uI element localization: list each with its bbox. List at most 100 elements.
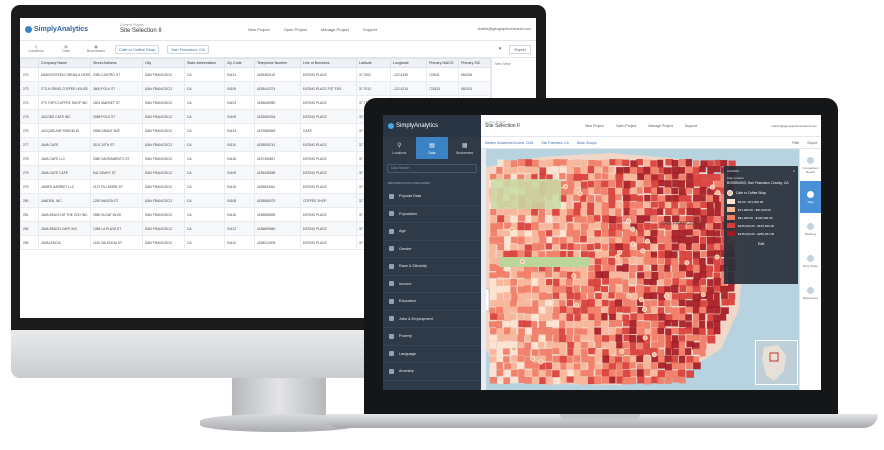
support-button[interactable]: Support — [685, 124, 697, 128]
table-cell: 3101 20TH ST — [90, 137, 143, 152]
category-item[interactable]: Education — [383, 293, 481, 311]
geography-level-select[interactable]: Block Groups — [577, 141, 597, 145]
poi-marker[interactable] — [538, 359, 544, 365]
category-item[interactable]: Jobs & Employment — [383, 311, 481, 328]
block-group-cell — [489, 349, 498, 356]
poi-marker[interactable] — [577, 191, 583, 197]
category-item[interactable]: Language — [383, 346, 481, 363]
category-item[interactable]: Age — [383, 223, 481, 241]
poi-marker[interactable] — [511, 346, 517, 352]
manage-project-button[interactable]: Manage Project — [648, 124, 673, 128]
column-header[interactable]: City — [142, 58, 185, 68]
data-search-input[interactable]: Data Search — [387, 164, 477, 173]
poi-marker[interactable] — [619, 348, 625, 354]
column-header[interactable]: Longitude — [390, 58, 427, 68]
locations-tool[interactable]: ⚲ Locations — [25, 45, 47, 53]
businesses-tool[interactable]: ▦ Businesses — [85, 45, 107, 53]
view-ranking[interactable]: Ranking — [800, 213, 821, 245]
close-icon[interactable]: ✕ — [792, 169, 795, 173]
legend-edit-button[interactable]: Edit — [727, 242, 795, 246]
poi-marker[interactable] — [651, 352, 657, 358]
block-group-cell — [559, 292, 567, 301]
poi-marker[interactable] — [630, 241, 636, 247]
map-scrollbar[interactable] — [481, 149, 486, 390]
block-group-cell — [685, 229, 693, 236]
column-header[interactable] — [20, 58, 39, 68]
category-item[interactable]: Race & Ethnicity — [383, 258, 481, 276]
poi-marker[interactable] — [709, 184, 715, 190]
export-button[interactable]: Export — [807, 141, 817, 145]
poi-marker[interactable] — [642, 335, 648, 341]
laptop-logo[interactable]: SimplyAnalytics — [383, 115, 481, 137]
view-ring-study[interactable]: Ring Study — [800, 245, 821, 277]
column-header[interactable]: Telephone Number — [254, 58, 301, 68]
open-project-button[interactable]: Open Project — [616, 124, 636, 128]
manage-project-button[interactable]: Manage Project — [321, 27, 349, 32]
desktop-logo[interactable]: SimplyAnalytics — [25, 25, 120, 33]
poi-marker[interactable] — [638, 297, 644, 303]
column-header[interactable]: Line of Business — [300, 58, 357, 68]
view-menu-icon[interactable]: ▾ — [499, 46, 502, 52]
location-filter-select[interactable]: San Francisco, CA — [167, 44, 209, 54]
poi-marker[interactable] — [530, 355, 536, 361]
poi-marker[interactable] — [684, 260, 690, 266]
poi-marker[interactable] — [626, 293, 632, 299]
poi-marker[interactable] — [715, 190, 721, 196]
table-cell: 282 — [20, 221, 39, 236]
category-item[interactable]: Popular Data — [383, 188, 481, 206]
poi-marker[interactable] — [700, 292, 706, 298]
table-row[interactable]: 272MANGOSTEEN CREAM & DESSERTS2390 CASTR… — [20, 67, 491, 82]
tab-data[interactable]: ▤ Data — [415, 137, 449, 159]
poi-marker[interactable] — [519, 259, 525, 265]
column-header[interactable]: Zip Code — [224, 58, 255, 68]
table-row[interactable]: 273 IT'S A GRIND COFFEE HOUSE 3600 POLK ST… — [20, 81, 491, 96]
export-button[interactable]: Export — [509, 44, 531, 54]
new-project-button[interactable]: New Project — [585, 124, 604, 128]
category-item[interactable]: Population — [383, 206, 481, 223]
column-header[interactable]: Company Name — [38, 58, 91, 68]
poi-marker[interactable] — [614, 254, 620, 260]
table-cell: 279 — [20, 179, 39, 194]
column-header[interactable]: Latitude — [356, 58, 391, 68]
data-tool[interactable]: ▤ Data — [55, 45, 77, 53]
new-project-button[interactable]: New Project — [248, 27, 270, 32]
poi-marker[interactable] — [640, 248, 646, 254]
variable-select[interactable]: Median Household Income, 2016 — [485, 141, 533, 145]
poi-marker[interactable] — [574, 302, 580, 308]
category-item[interactable]: Gender — [383, 241, 481, 258]
column-header[interactable]: Primary NAICS — [426, 58, 459, 68]
view-businesses[interactable]: Businesses — [800, 277, 821, 309]
view-map[interactable]: Map — [800, 181, 821, 213]
poi-marker[interactable] — [714, 254, 720, 260]
poi-marker[interactable] — [617, 250, 623, 256]
support-button[interactable]: Support — [363, 27, 377, 32]
column-header[interactable]: Primary SIC — [458, 58, 491, 68]
category-item[interactable]: Poverty — [383, 328, 481, 346]
category-item[interactable]: Ancestry — [383, 363, 481, 381]
poi-marker[interactable] — [630, 226, 636, 232]
new-view-button[interactable]: New View — [495, 62, 528, 66]
tab-locations[interactable]: ⚲ Locations — [383, 137, 416, 159]
poi-marker[interactable] — [509, 226, 515, 232]
poi-marker[interactable] — [571, 273, 577, 279]
user-menu[interactable]: charles@geographicresearch.com — [478, 27, 531, 31]
block-group-cell — [566, 356, 573, 364]
tab-businesses[interactable]: ▦ Businesses — [448, 137, 481, 159]
filter-button[interactable]: Filter — [792, 141, 799, 145]
business-filter-select[interactable]: Cafe or Coffee Shop — [115, 44, 160, 54]
open-project-button[interactable]: Open Project — [284, 27, 307, 32]
table-cell: 4155442274 — [254, 81, 301, 96]
poi-marker[interactable] — [626, 218, 632, 224]
column-header[interactable]: Street Address — [90, 58, 143, 68]
view-comparison-report[interactable]: Comparison Report — [800, 149, 821, 181]
location-select[interactable]: San Francisco, CA — [541, 141, 568, 145]
poi-marker[interactable] — [562, 184, 568, 190]
poi-marker[interactable] — [644, 238, 650, 244]
block-group-cell — [531, 222, 539, 231]
poi-marker[interactable] — [641, 306, 647, 312]
column-header[interactable]: State Abbreviation — [184, 58, 225, 68]
category-item[interactable]: Income — [383, 276, 481, 293]
user-menu[interactable]: charles@geographicresearch.com — [771, 124, 821, 128]
poi-marker[interactable] — [663, 293, 669, 299]
table-cell: 4155508741 — [254, 137, 301, 152]
